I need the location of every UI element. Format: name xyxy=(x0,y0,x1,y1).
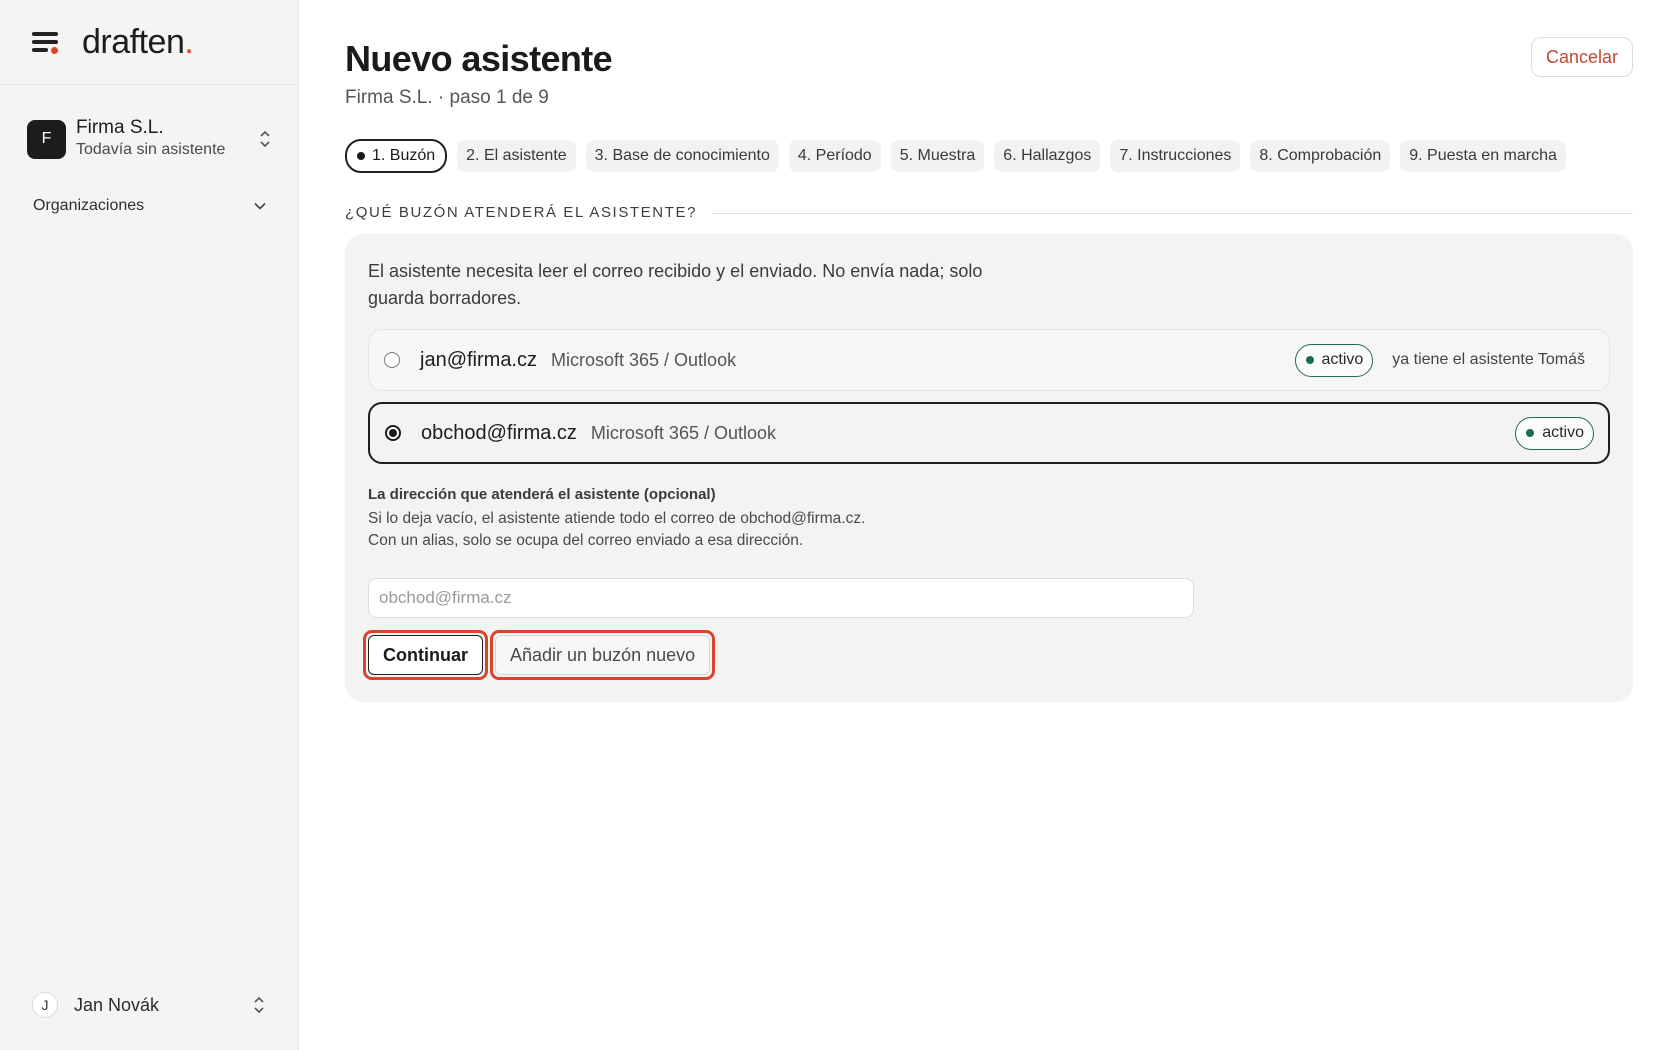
sidebar: draften. F Firma S.L. Todavía sin asiste… xyxy=(0,0,299,1050)
step-5-muestra[interactable]: 5. Muestra xyxy=(890,140,985,172)
status-badge: activo xyxy=(1294,343,1374,377)
alias-field-help: Si lo deja vacío, el asistente atiende t… xyxy=(368,510,866,549)
step-9-puesta-en-marcha[interactable]: 9. Puesta en marcha xyxy=(1400,140,1566,172)
section-divider xyxy=(712,213,1633,214)
user-name: Jan Novák xyxy=(74,994,160,1015)
card-intro: El asistente necesita leer el correo rec… xyxy=(368,261,983,308)
nav-section-label: Organizaciones xyxy=(33,197,145,214)
status-dot-icon xyxy=(1305,356,1314,364)
org-name: Firma S.L. xyxy=(76,117,164,138)
mailbox-email: obchod@firma.cz xyxy=(421,421,577,444)
avatar: J xyxy=(32,992,58,1018)
mailbox-note: ya tiene el asistente Tomáš xyxy=(1392,351,1585,368)
cancel-button[interactable]: Cancelar xyxy=(1530,37,1633,77)
nav-section-organizaciones[interactable]: Organizaciones xyxy=(0,197,298,215)
mailbox-card: El asistente necesita leer el correo rec… xyxy=(345,234,1633,702)
mailbox-option-jan[interactable]: jan@firma.cz Microsoft 365 / Outlook act… xyxy=(368,329,1610,391)
continue-button-highlight: Continuar xyxy=(363,630,488,680)
wizard-steps: 1. Buzón 2. El asistente 3. Base de cono… xyxy=(345,139,1566,173)
menu-icon[interactable] xyxy=(32,31,60,54)
alias-input[interactable] xyxy=(368,578,1194,618)
step-6-hallazgos[interactable]: 6. Hallazgos xyxy=(994,140,1101,172)
mailbox-provider: Microsoft 365 / Outlook xyxy=(590,422,777,443)
brand-bar: draften. xyxy=(0,0,298,85)
step-8-comprobacion[interactable]: 8. Comprobación xyxy=(1250,140,1391,172)
step-label: 1. Buzón xyxy=(372,147,436,164)
section-heading: ¿QUÉ BUZÓN ATENDERÁ EL ASISTENTE? xyxy=(345,204,1633,221)
add-mailbox-button[interactable]: Añadir un buzón nuevo xyxy=(495,635,711,675)
user-menu[interactable]: J Jan Novák xyxy=(32,992,266,1018)
mailbox-option-obchod[interactable]: obchod@firma.cz Microsoft 365 / Outlook … xyxy=(368,402,1610,464)
step-3-base-conocimiento[interactable]: 3. Base de conocimiento xyxy=(585,140,779,172)
mailbox-provider: Microsoft 365 / Outlook xyxy=(551,349,737,370)
step-4-periodo[interactable]: 4. Período xyxy=(788,140,881,172)
radio-icon[interactable] xyxy=(384,352,400,368)
org-switcher[interactable]: F Firma S.L. Todavía sin asistente xyxy=(0,117,298,161)
chevron-down-icon xyxy=(254,199,266,213)
radio-icon[interactable] xyxy=(385,425,401,441)
alias-field-label: La dirección que atenderá el asistente (… xyxy=(368,486,716,503)
updown-icon xyxy=(258,129,272,149)
status-dot-icon xyxy=(1526,429,1535,437)
status-badge-label: activo xyxy=(1542,424,1584,441)
step-1-buzon[interactable]: 1. Buzón xyxy=(345,139,448,173)
updown-icon xyxy=(252,995,266,1015)
mailbox-email: jan@firma.cz xyxy=(420,348,537,371)
status-badge: activo xyxy=(1515,416,1594,450)
add-mailbox-button-highlight: Añadir un buzón nuevo xyxy=(490,630,716,680)
step-2-asistente[interactable]: 2. El asistente xyxy=(457,140,576,172)
logo: draften. xyxy=(82,22,194,61)
active-step-dot-icon xyxy=(357,152,365,160)
page-title: Nuevo asistente xyxy=(345,38,613,79)
status-badge-label: activo xyxy=(1321,351,1364,368)
org-text: Firma S.L. Todavía sin asistente xyxy=(76,117,258,161)
page-subtitle: Firma S.L. · paso 1 de 9 xyxy=(345,87,549,108)
section-label: ¿QUÉ BUZÓN ATENDERÁ EL ASISTENTE? xyxy=(345,204,698,221)
continue-button[interactable]: Continuar xyxy=(368,635,483,675)
org-avatar: F xyxy=(27,119,66,159)
step-7-instrucciones[interactable]: 7. Instrucciones xyxy=(1110,140,1241,172)
org-subtitle: Todavía sin asistente xyxy=(76,141,226,158)
